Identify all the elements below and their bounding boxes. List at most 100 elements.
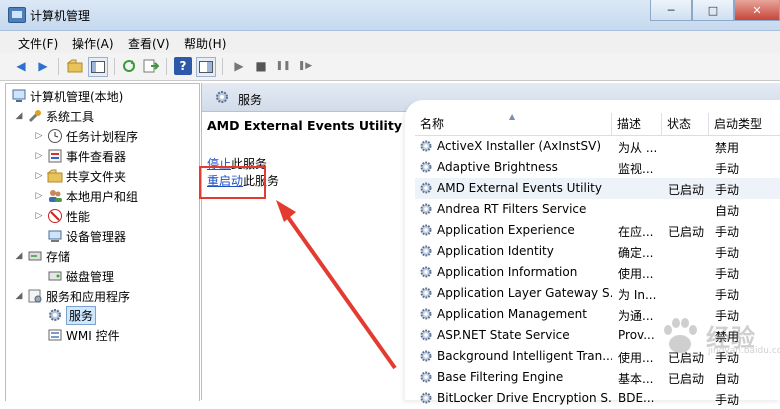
table-row[interactable]: Application Identity 确定... 手动 — [415, 241, 780, 262]
service-startup-type: 禁用 — [715, 141, 740, 155]
pause-service-icon[interactable]: ❚❚ — [274, 57, 292, 75]
service-name: Application Management — [437, 307, 587, 321]
service-description: 确定... — [618, 246, 654, 260]
service-description: 监视... — [618, 162, 654, 176]
gear-icon — [47, 307, 63, 323]
service-gear-icon — [419, 349, 433, 363]
service-name: Base Filtering Engine — [437, 370, 564, 384]
tree-services[interactable]: 服务 — [44, 305, 97, 325]
service-name: Adaptive Brightness — [437, 160, 558, 174]
table-row[interactable]: AMD External Events Utility 已启动 手动 — [415, 178, 780, 199]
table-row[interactable]: Application Layer Gateway S... 为 In... 手动 — [415, 283, 780, 304]
help-icon[interactable]: ? — [174, 57, 192, 75]
collapsed-arrow-icon[interactable]: ▷ — [34, 211, 44, 221]
restart-service-icon[interactable]: ❚▶ — [296, 57, 314, 75]
tree-system-tools[interactable]: ◢ 系统工具 — [14, 106, 94, 126]
column-status[interactable]: 状态 — [662, 113, 709, 135]
tree-root[interactable]: 计算机管理(本地) — [8, 86, 123, 106]
service-startup-type: 手动 — [715, 183, 740, 197]
column-name[interactable]: ▲ 名称 — [415, 112, 612, 135]
tree-task-scheduler[interactable]: ▷ 任务计划程序 — [34, 126, 138, 146]
tree-device-manager[interactable]: 设备管理器 — [44, 226, 126, 246]
tree-disk-management[interactable]: 磁盘管理 — [44, 266, 114, 286]
table-row[interactable]: Andrea RT Filters Service 自动 — [415, 199, 780, 220]
disk-icon — [47, 268, 63, 284]
collapsed-arrow-icon[interactable]: ▷ — [34, 171, 44, 181]
column-description-label: 描述 — [617, 117, 642, 131]
service-name: Background Intelligent Tran... — [437, 349, 612, 363]
column-startup-type-label: 启动类型 — [714, 117, 763, 131]
service-name: Application Layer Gateway S... — [437, 286, 612, 300]
table-row[interactable]: Application Information 使用... 手动 — [415, 262, 780, 283]
tree-local-users[interactable]: ▷ 本地用户和组 — [34, 186, 138, 206]
watermark-subtext: jingyan.baidu.com — [708, 346, 780, 356]
gear-icon — [216, 91, 228, 103]
collapsed-arrow-icon[interactable]: ▷ — [34, 191, 44, 201]
device-manager-icon — [47, 228, 63, 244]
minimize-button[interactable]: ─ — [650, 0, 692, 21]
table-row[interactable]: Adaptive Brightness 监视... 手动 — [415, 157, 780, 178]
computer-management-icon — [8, 7, 26, 23]
show-hide-tree-icon[interactable] — [88, 57, 108, 77]
service-startup-type: 手动 — [715, 225, 740, 239]
menu-action[interactable]: 操作(A) — [72, 35, 114, 52]
menu-help[interactable]: 帮助(H) — [184, 35, 226, 52]
start-service-icon[interactable]: ▶ — [230, 57, 248, 75]
storage-icon — [27, 248, 43, 264]
stop-service-icon[interactable]: ■ — [252, 57, 270, 75]
tree-device-manager-label: 设备管理器 — [66, 229, 127, 244]
expanded-arrow-icon[interactable]: ◢ — [14, 291, 24, 301]
navigation-tree: 计算机管理(本地) ◢ 系统工具 ▷ 任务计划程序 ▷ 事件查看器 ▷ 共享文件… — [5, 83, 200, 401]
maximize-button[interactable]: □ — [692, 0, 734, 21]
service-name: Application Identity — [437, 244, 554, 258]
tree-shared-folders[interactable]: ▷ 共享文件夹 — [34, 166, 126, 186]
table-row[interactable]: Base Filtering Engine 基本... 已启动 自动 — [415, 367, 780, 388]
toolbar: ◀ ▶ ? ▶ ■ ❚❚ ❚▶ — [0, 53, 780, 81]
tree-event-viewer-label: 事件查看器 — [66, 149, 127, 164]
service-name: ASP.NET State Service — [437, 328, 570, 342]
event-viewer-icon — [47, 148, 63, 164]
collapsed-arrow-icon[interactable]: ▷ — [34, 151, 44, 161]
service-gear-icon — [419, 307, 433, 321]
back-icon[interactable]: ◀ — [12, 57, 30, 75]
service-status: 已启动 — [668, 372, 705, 386]
sort-ascending-icon: ▲ — [509, 112, 516, 121]
service-startup-type: 手动 — [715, 288, 740, 302]
tree-services-apps-label: 服务和应用程序 — [46, 289, 131, 304]
properties-icon[interactable] — [196, 57, 216, 77]
table-row[interactable]: ActiveX Installer (AxInstSV) 为从 ... 禁用 — [415, 136, 780, 157]
service-description: 为从 ... — [618, 141, 658, 155]
tree-services-apps[interactable]: ◢ 服务和应用程序 — [14, 286, 130, 306]
service-startup-type: 手动 — [715, 267, 740, 281]
close-button[interactable]: ✕ — [734, 0, 780, 21]
tree-performance[interactable]: ▷ 性能 — [34, 206, 90, 226]
service-description: 基本... — [618, 372, 654, 386]
export-list-icon[interactable] — [142, 57, 160, 75]
computer-icon — [11, 88, 27, 104]
column-startup-type[interactable]: 启动类型 — [709, 113, 780, 135]
tree-event-viewer[interactable]: ▷ 事件查看器 — [34, 146, 126, 166]
refresh-icon[interactable] — [120, 57, 138, 75]
tree-wmi[interactable]: WMI 控件 — [44, 325, 120, 345]
window-title: 计算机管理 — [30, 9, 91, 23]
service-name: BitLocker Drive Encryption S... — [437, 391, 612, 405]
service-gear-icon — [419, 391, 433, 405]
expanded-arrow-icon[interactable]: ◢ — [14, 251, 24, 261]
tree-shared-folders-label: 共享文件夹 — [66, 169, 127, 184]
up-folder-icon[interactable] — [66, 57, 84, 75]
tree-wmi-label: WMI 控件 — [66, 328, 120, 343]
menu-file[interactable]: 文件(F) — [18, 35, 58, 52]
tree-services-label: 服务 — [66, 305, 97, 325]
column-description[interactable]: 描述 — [612, 113, 662, 135]
table-row[interactable]: BitLocker Drive Encryption S... BDE... 手动 — [415, 388, 780, 409]
forward-icon[interactable]: ▶ — [34, 57, 52, 75]
service-gear-icon — [419, 139, 433, 153]
table-row[interactable]: Application Experience 在应... 已启动 手动 — [415, 220, 780, 241]
menu-view[interactable]: 查看(V) — [128, 35, 170, 52]
tree-storage[interactable]: ◢ 存储 — [14, 246, 70, 266]
service-name: Application Experience — [437, 223, 575, 237]
highlight-box — [199, 166, 266, 199]
service-gear-icon — [419, 265, 433, 279]
collapsed-arrow-icon[interactable]: ▷ — [34, 131, 44, 141]
expanded-arrow-icon[interactable]: ◢ — [14, 111, 24, 121]
